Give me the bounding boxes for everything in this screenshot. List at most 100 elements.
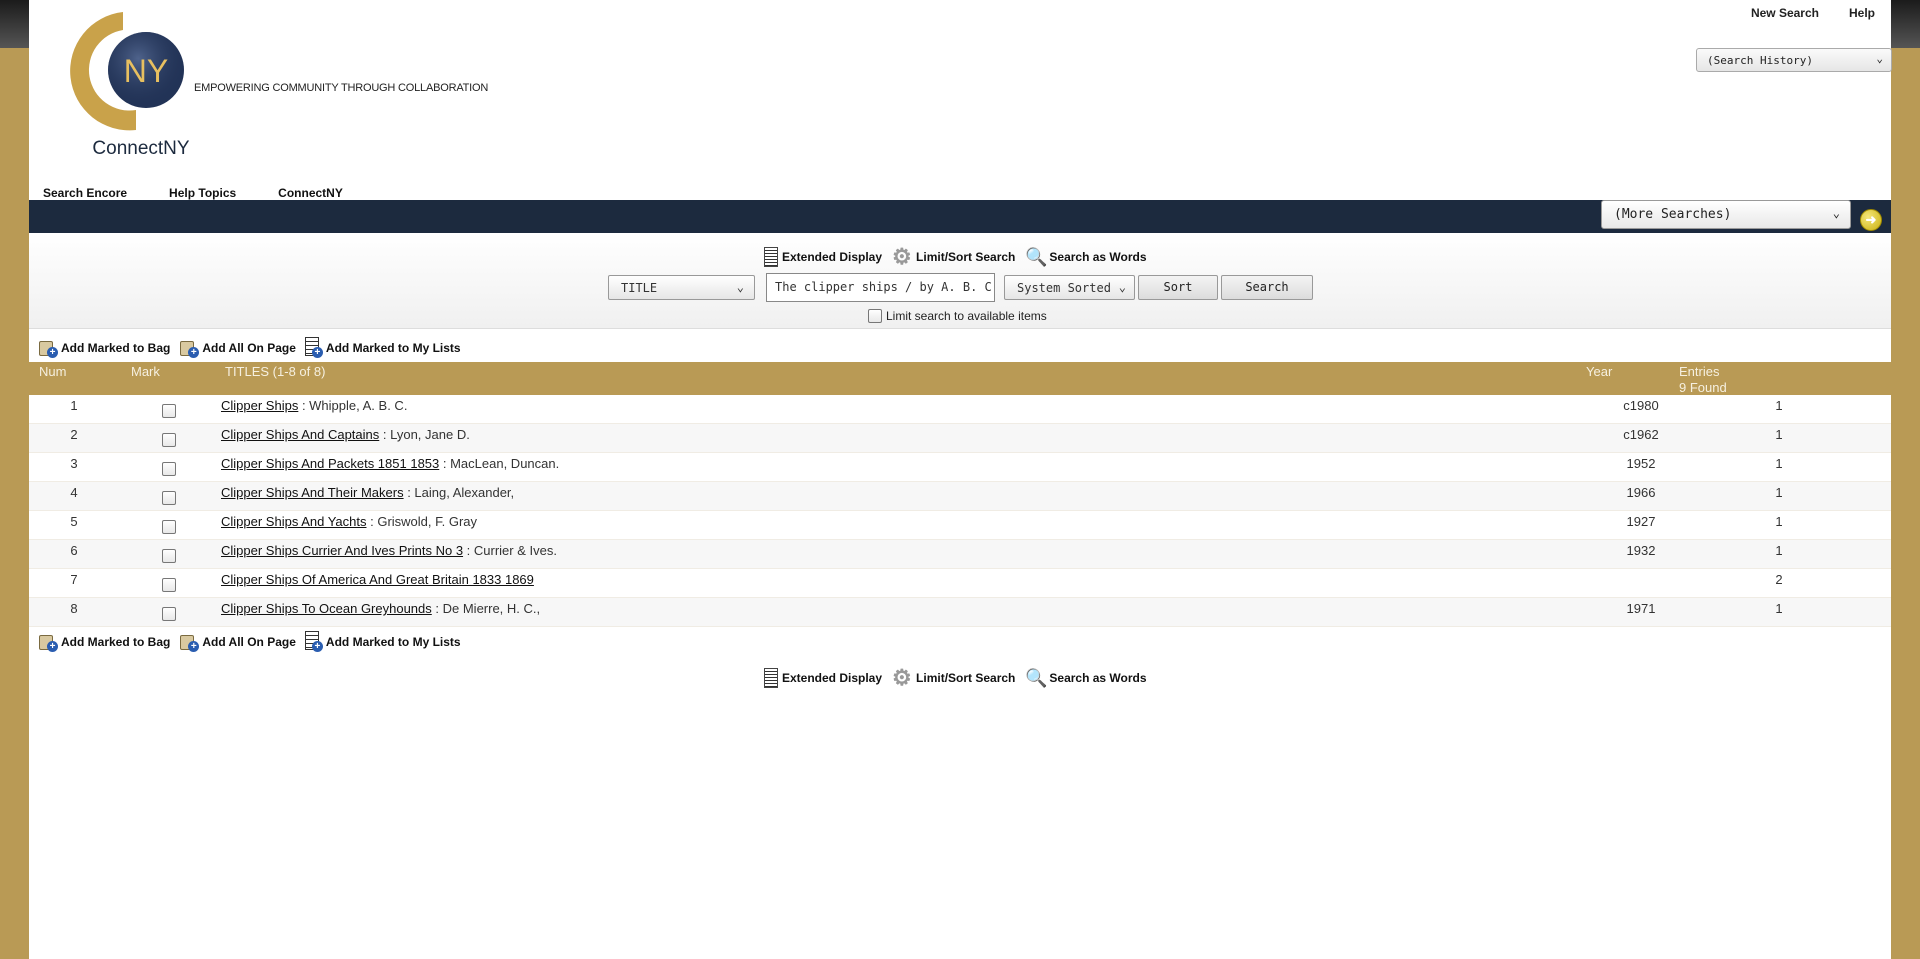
limit-available-label: Limit search to available items — [886, 309, 1047, 323]
search-input[interactable]: The clipper ships / by A. B. C — [766, 273, 995, 302]
row-title: Clipper Ships And Captains : Lyon, Jane … — [221, 427, 470, 442]
title-link[interactable]: Clipper Ships — [221, 398, 298, 413]
row-num: 3 — [70, 456, 78, 471]
header-num: Num — [39, 364, 67, 379]
table-row: 2 Clipper Ships And Captains : Lyon, Jan… — [29, 424, 1891, 453]
list-icon — [764, 247, 778, 267]
extended-display-label: Extended Display — [782, 671, 883, 685]
sort-option-select[interactable]: System Sorted ⌄ — [1004, 275, 1135, 300]
main-nav: Search Encore Help Topics ConnectNY — [43, 186, 385, 200]
chevron-down-icon: ⌄ — [736, 280, 744, 294]
connectny-logo[interactable]: NY ConnectNY — [53, 10, 203, 160]
search-history-select[interactable]: (Search History) ⌄ — [1696, 48, 1892, 72]
limit-sort-label: Limit/Sort Search — [916, 250, 1016, 264]
gear-icon: ⚙ — [892, 665, 912, 690]
title-link[interactable]: Clipper Ships Currier And Ives Prints No… — [221, 543, 463, 558]
help-link[interactable]: Help — [1849, 6, 1875, 20]
row-num: 7 — [70, 572, 78, 587]
row-entries: 1 — [1775, 427, 1783, 442]
search-tools-top: Extended Display ⚙ Limit/Sort Search 🔍 S… — [764, 246, 1147, 268]
svg-text:ConnectNY: ConnectNY — [92, 138, 189, 159]
add-marked-to-bag-button[interactable]: + Add Marked to Bag — [38, 338, 170, 358]
search-as-words-link[interactable]: 🔍 Search as Words — [1025, 667, 1146, 689]
search-as-words-label: Search as Words — [1049, 250, 1147, 264]
new-search-link[interactable]: New Search — [1751, 6, 1819, 20]
add-marked-to-lists-label: Add Marked to My Lists — [325, 340, 461, 355]
results-table-header: Num Mark TITLES (1-8 of 8) Year Entries … — [29, 362, 1891, 395]
magnifier-icon: 🔍 — [1025, 247, 1048, 267]
row-num: 1 — [70, 398, 78, 413]
go-arrow-button[interactable]: ➜ — [1860, 209, 1882, 231]
row-author: : Currier & Ives. — [463, 543, 557, 558]
more-searches-value: (More Searches) — [1614, 207, 1732, 222]
limit-sort-link[interactable]: ⚙ Limit/Sort Search — [892, 667, 1015, 689]
limit-available-row: Limit search to available items — [868, 309, 1047, 323]
row-author: : MacLean, Duncan. — [439, 456, 560, 471]
page-content: NY ConnectNY EMPOWERING COMMUNITY THROUG… — [29, 0, 1892, 959]
search-as-words-label: Search as Words — [1049, 671, 1147, 685]
nav-help-topics[interactable]: Help Topics — [169, 186, 236, 200]
add-all-on-page-button[interactable]: + Add All On Page — [179, 338, 296, 358]
row-title: Clipper Ships To Ocean Greyhounds : De M… — [221, 601, 540, 616]
row-mark-checkbox[interactable] — [162, 404, 176, 418]
table-row: 3 Clipper Ships And Packets 1851 1853 : … — [29, 453, 1891, 482]
add-all-on-page-button[interactable]: + Add All On Page — [179, 632, 296, 652]
row-author: : Lyon, Jane D. — [379, 427, 470, 442]
row-title: Clipper Ships : Whipple, A. B. C. — [221, 398, 407, 413]
add-marked-to-bag-button[interactable]: + Add Marked to Bag — [38, 632, 170, 652]
sort-button[interactable]: Sort — [1138, 275, 1218, 300]
gear-icon: ⚙ — [892, 244, 912, 269]
title-link[interactable]: Clipper Ships Of America And Great Brita… — [221, 572, 534, 587]
add-marked-to-lists-button[interactable]: + Add Marked to My Lists — [304, 631, 461, 652]
row-mark-checkbox[interactable] — [162, 607, 176, 621]
more-searches-select[interactable]: (More Searches) ⌄ — [1601, 200, 1851, 229]
bag-add-icon: + — [38, 632, 58, 652]
row-entries: 2 — [1775, 572, 1783, 587]
limit-available-checkbox[interactable] — [868, 309, 882, 323]
row-author: : De Mierre, H. C., — [431, 601, 541, 616]
nav-connectny[interactable]: ConnectNY — [278, 186, 343, 200]
row-mark-checkbox[interactable] — [162, 578, 176, 592]
title-link[interactable]: Clipper Ships And Packets 1851 1853 — [221, 456, 439, 471]
search-index-value: TITLE — [621, 281, 658, 295]
row-title: Clipper Ships And Yachts : Griswold, F. … — [221, 514, 477, 529]
row-author: : Griswold, F. Gray — [366, 514, 478, 529]
search-as-words-link[interactable]: 🔍 Search as Words — [1025, 246, 1146, 268]
chevron-down-icon: ⌄ — [1832, 206, 1840, 220]
row-title: Clipper Ships Currier And Ives Prints No… — [221, 543, 557, 558]
title-link[interactable]: Clipper Ships And Captains — [221, 427, 379, 442]
title-link[interactable]: Clipper Ships And Their Makers — [221, 485, 404, 500]
title-link[interactable]: Clipper Ships And Yachts — [221, 514, 367, 529]
header-year: Year — [1586, 364, 1613, 379]
add-marked-to-bag-label: Add Marked to Bag — [61, 340, 171, 355]
add-marked-to-lists-button[interactable]: + Add Marked to My Lists — [304, 337, 461, 358]
actions-bottom: + Add Marked to Bag + Add All On Page + … — [38, 631, 461, 652]
bag-add-icon: + — [179, 338, 200, 358]
nav-search-encore[interactable]: Search Encore — [43, 186, 127, 200]
row-mark-checkbox[interactable] — [162, 491, 176, 505]
bag-add-icon: + — [38, 338, 58, 358]
row-year: c1962 — [1623, 427, 1659, 442]
row-title: Clipper Ships Of America And Great Brita… — [221, 572, 534, 587]
row-year: 1927 — [1626, 514, 1656, 529]
row-entries: 1 — [1775, 456, 1783, 471]
limit-sort-link[interactable]: ⚙ Limit/Sort Search — [892, 246, 1015, 268]
row-mark-checkbox[interactable] — [162, 549, 176, 563]
extended-display-link[interactable]: Extended Display — [764, 668, 882, 688]
list-icon — [764, 668, 778, 688]
header-entries: Entries — [1679, 364, 1720, 379]
table-row: 5 Clipper Ships And Yachts : Griswold, F… — [29, 511, 1891, 540]
title-link[interactable]: Clipper Ships To Ocean Greyhounds — [221, 601, 432, 616]
row-mark-checkbox[interactable] — [162, 433, 176, 447]
row-mark-checkbox[interactable] — [162, 520, 176, 534]
row-entries: 1 — [1775, 485, 1783, 500]
svg-text:NY: NY — [124, 53, 168, 89]
row-mark-checkbox[interactable] — [162, 462, 176, 476]
add-marked-to-lists-label: Add Marked to My Lists — [325, 634, 461, 649]
table-row: 1 Clipper Ships : Whipple, A. B. C. c198… — [29, 395, 1891, 424]
row-entries: 1 — [1775, 601, 1783, 616]
search-index-select[interactable]: TITLE ⌄ — [608, 275, 755, 300]
search-button[interactable]: Search — [1221, 275, 1313, 300]
table-row: 6 Clipper Ships Currier And Ives Prints … — [29, 540, 1891, 569]
extended-display-link[interactable]: Extended Display — [764, 247, 882, 267]
